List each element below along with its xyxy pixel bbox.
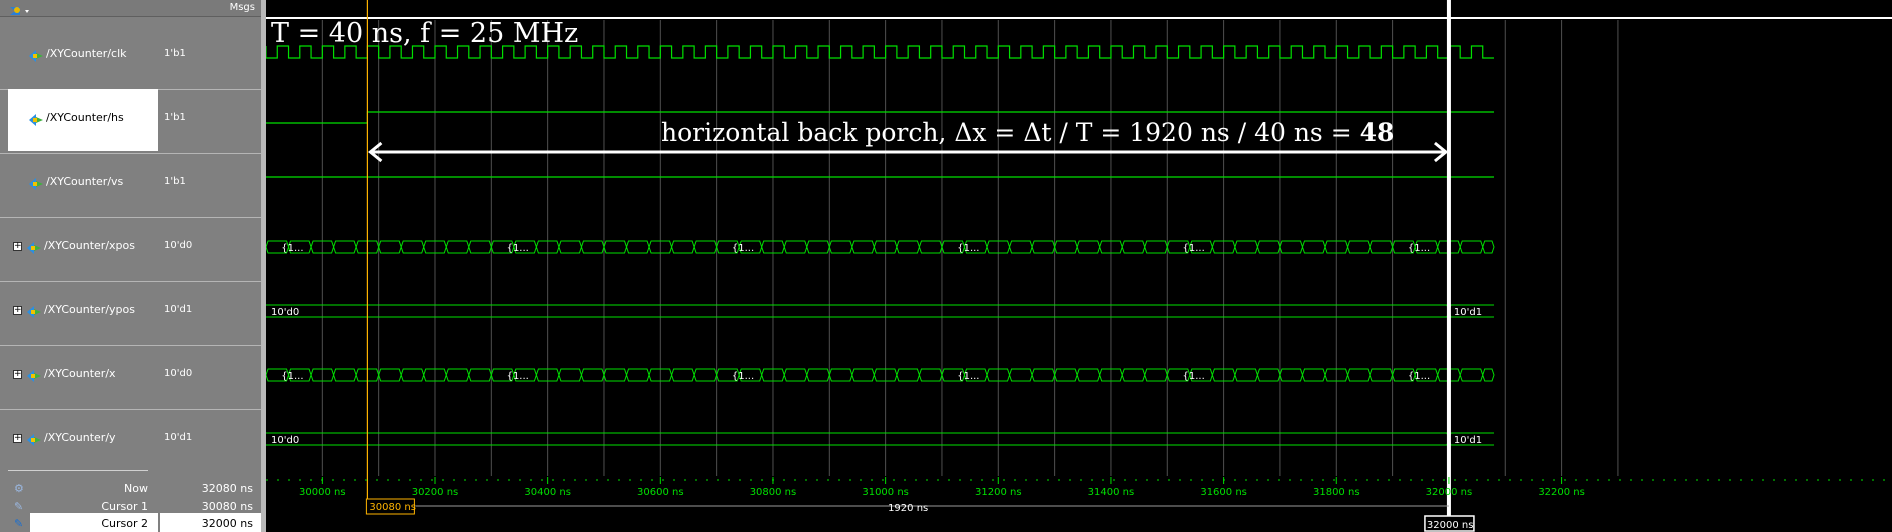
footer-separator bbox=[8, 470, 148, 471]
xpos-waveform-group-label: {1... bbox=[957, 243, 979, 254]
xpos-waveform-group-label: {1... bbox=[1183, 243, 1205, 254]
x-waveform-group-label: {1... bbox=[1408, 371, 1430, 382]
signal-value-y: 10'd1 bbox=[164, 432, 193, 443]
x-waveform-group-label: {1... bbox=[732, 371, 754, 382]
ypos-waveform-after-value: 10'd1 bbox=[1454, 307, 1482, 318]
xpos-waveform bbox=[266, 240, 1495, 254]
signal-name-xpos[interactable]: /XYCounter/xpos bbox=[44, 239, 135, 252]
y-waveform-after-value: 10'd1 bbox=[1454, 435, 1482, 446]
cursor2-label: Cursor 2 bbox=[101, 517, 148, 530]
ruler-tick-label: 31200 ns bbox=[975, 487, 1022, 498]
signal-value-hs: 1'b1 bbox=[164, 112, 186, 123]
ruler-tick-label: 30400 ns bbox=[524, 487, 571, 498]
row-separator bbox=[0, 281, 158, 282]
ruler-tick-label: 31800 ns bbox=[1313, 487, 1360, 498]
signal-value-x: 10'd0 bbox=[164, 368, 193, 379]
signal-value-ypos: 10'd1 bbox=[164, 304, 193, 315]
now-label: Now bbox=[124, 482, 148, 495]
x-waveform-group-label: {1... bbox=[957, 371, 979, 382]
back-porch-value: 48 bbox=[1359, 118, 1395, 147]
row-separator bbox=[158, 89, 261, 90]
back-porch-text: horizontal back porch, Δx = Δt / T = 192… bbox=[661, 118, 1360, 147]
waveform-canvas[interactable]: {1... {1... {1... {1... {1... {1... {1... {1...… bbox=[266, 0, 1892, 532]
ruler-tick-label: 31000 ns bbox=[862, 487, 909, 498]
cursor2-value: 32000 ns bbox=[201, 517, 253, 530]
expand-toggle-icon[interactable]: + bbox=[13, 306, 22, 315]
now-value: 32080 ns bbox=[201, 482, 253, 495]
now-toolbar-icon[interactable]: ⚙ bbox=[14, 482, 24, 495]
signal-icon bbox=[28, 176, 43, 190]
x-waveform-group-label: {1... bbox=[281, 371, 303, 382]
signal-pane-header bbox=[0, 0, 158, 17]
msgs-header: Msgs bbox=[158, 0, 261, 17]
row-separator bbox=[158, 281, 261, 282]
back-porch-annotation: horizontal back porch, Δx = Δt / T = 192… bbox=[661, 118, 1394, 147]
ypos-waveform bbox=[266, 304, 1494, 318]
ruler-tick-label: 31600 ns bbox=[1200, 487, 1247, 498]
row-separator bbox=[0, 153, 158, 154]
cursor1-value: 30080 ns bbox=[201, 500, 253, 513]
signal-icon bbox=[28, 112, 43, 126]
x-waveform-group-label: {1... bbox=[1183, 371, 1205, 382]
row-separator bbox=[158, 217, 261, 218]
signal-icon bbox=[26, 368, 41, 382]
cursor1-time-label: 30080 ns bbox=[369, 502, 416, 513]
signal-name-x[interactable]: /XYCounter/x bbox=[44, 367, 116, 380]
signal-name-pane: /XYCounter/clk/XYCounter/hs/XYCounter/vs… bbox=[0, 0, 158, 532]
value-pane: Msgs 1'b1 1'b1 1'b1 10'd0 10'd1 10'd0 10'd1 320… bbox=[158, 0, 261, 532]
row-separator bbox=[158, 153, 261, 154]
ypos-waveform-before-value: 10'd0 bbox=[271, 307, 299, 318]
signal-icon bbox=[26, 304, 41, 318]
ruler-tick-label: 31400 ns bbox=[1088, 487, 1135, 498]
cursor-icon[interactable]: ✎ bbox=[14, 500, 23, 513]
ruler-tick-label: 30800 ns bbox=[750, 487, 797, 498]
msgs-label: Msgs bbox=[229, 2, 255, 13]
signal-name-y[interactable]: /XYCounter/y bbox=[44, 431, 116, 444]
y-waveform-before-value: 10'd0 bbox=[271, 435, 299, 446]
signal-name-hs[interactable]: /XYCounter/hs bbox=[46, 111, 124, 124]
signal-value-xpos: 10'd0 bbox=[164, 240, 193, 251]
xpos-waveform-group-label: {1... bbox=[507, 243, 529, 254]
row-separator bbox=[0, 217, 158, 218]
cursor2-line bbox=[1446, 0, 1451, 520]
signal-icon bbox=[26, 432, 41, 446]
period-annotation: T = 40 ns, f = 25 MHz bbox=[271, 18, 579, 49]
ruler-tick-label: 32000 ns bbox=[1426, 487, 1473, 498]
layout-icon[interactable] bbox=[8, 2, 29, 15]
ruler-tick-label: 30000 ns bbox=[299, 487, 346, 498]
signal-name-vs[interactable]: /XYCounter/vs bbox=[46, 175, 123, 188]
xpos-waveform-group-label: {1... bbox=[281, 243, 303, 254]
expand-toggle-icon[interactable]: + bbox=[13, 242, 22, 251]
signal-name-ypos[interactable]: /XYCounter/ypos bbox=[44, 303, 135, 316]
signal-icon bbox=[28, 48, 43, 62]
ruler-tick-label: 30600 ns bbox=[637, 487, 684, 498]
cursor-icon[interactable]: ✎ bbox=[14, 517, 23, 530]
cursor1-label: Cursor 1 bbox=[101, 500, 148, 513]
cursor2-time-label: 32000 ns bbox=[1427, 520, 1474, 531]
signal-value-clk: 1'b1 bbox=[164, 48, 186, 59]
row-separator bbox=[0, 409, 158, 410]
expand-toggle-icon[interactable]: + bbox=[13, 434, 22, 443]
signal-value-vs: 1'b1 bbox=[164, 176, 186, 187]
x-waveform bbox=[266, 368, 1495, 382]
xpos-waveform-group-label: {1... bbox=[1408, 243, 1430, 254]
signal-name-clk[interactable]: /XYCounter/clk bbox=[46, 47, 127, 60]
row-separator bbox=[0, 345, 158, 346]
row-separator bbox=[158, 409, 261, 410]
row-separator bbox=[158, 345, 261, 346]
cursor-delta-label: 1920 ns bbox=[888, 503, 928, 514]
ruler-tick-label: 32200 ns bbox=[1538, 487, 1585, 498]
y-waveform bbox=[266, 432, 1494, 446]
x-waveform-group-label: {1... bbox=[507, 371, 529, 382]
signal-icon bbox=[26, 240, 41, 254]
expand-toggle-icon[interactable]: + bbox=[13, 370, 22, 379]
xpos-waveform-group-label: {1... bbox=[732, 243, 754, 254]
ruler-tick-label: 30200 ns bbox=[412, 487, 459, 498]
